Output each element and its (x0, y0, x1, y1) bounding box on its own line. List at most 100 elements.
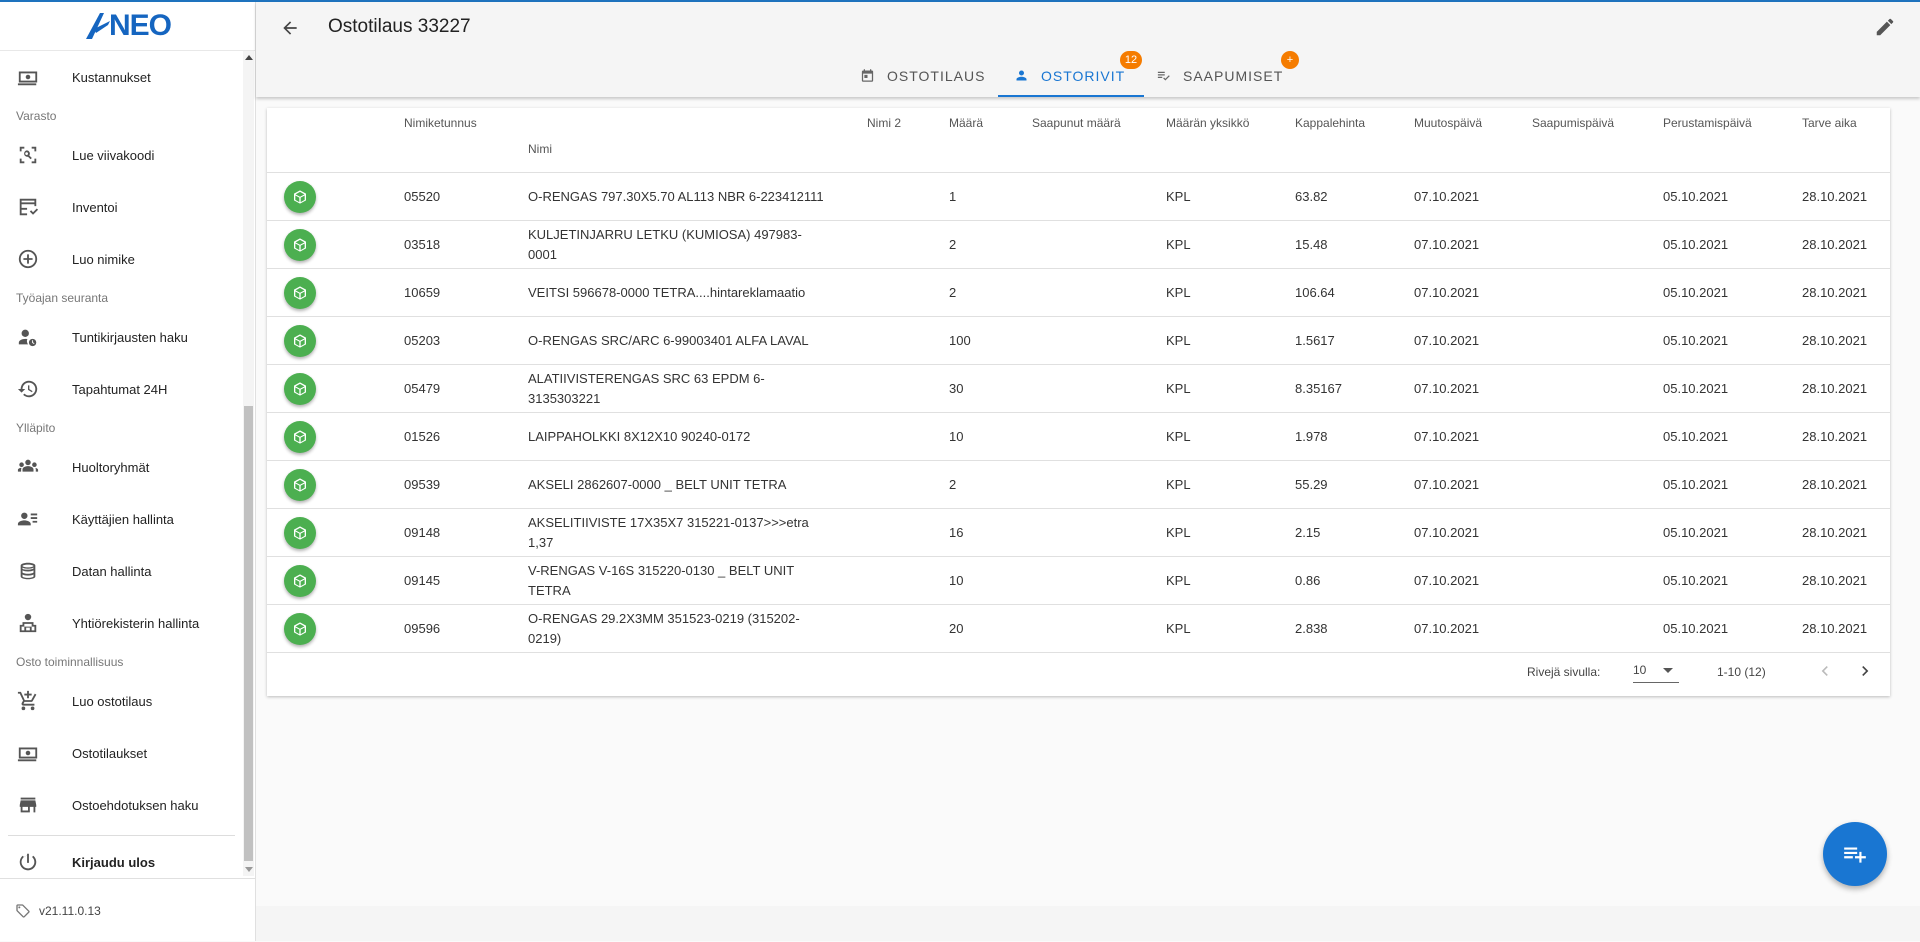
back-button[interactable] (272, 14, 308, 42)
sidebar-item-label: Inventoi (72, 199, 118, 215)
scroll-thumb[interactable] (244, 406, 253, 861)
header-tarve-aika[interactable]: Tarve aika (1802, 108, 1890, 173)
table-row[interactable]: 05203 O-RENGAS SRC/ARC 6-99003401 ALFA LA… (267, 316, 1890, 365)
row-item-button[interactable] (284, 516, 316, 549)
sidebar-item-kirjaudu-ulos[interactable]: Kirjaudu ulos (0, 836, 243, 876)
row-item-button[interactable] (284, 228, 316, 261)
cell-kappalehinta: 8.35167 (1295, 364, 1414, 413)
row-item-button[interactable] (284, 468, 316, 501)
user-clock-icon (18, 329, 37, 347)
table-row[interactable]: 05520 O-RENGAS 797.30X5.70 AL113 NBR 6-22… (267, 172, 1890, 221)
row-item-button[interactable] (284, 612, 316, 645)
header-kappalehinta[interactable]: Kappalehinta (1295, 108, 1414, 173)
table-pagination: Rivejä sivulla: 10 1-10 (12) (267, 649, 1890, 696)
header-maara[interactable]: Määrä (949, 108, 1032, 173)
table-row[interactable]: 09148 AKSELITIIVISTE 17X35X7 315221-0137>… (267, 508, 1890, 557)
header-nimi[interactable]: Nimi (528, 108, 867, 173)
cell-saapunut-maara (1032, 556, 1166, 605)
tab-ostorivit[interactable]: OSTORIVIT (1014, 54, 1125, 97)
app-logo[interactable]: NEO (84, 9, 172, 43)
sidebar-item-label: Käyttäjien hallinta (72, 511, 174, 527)
row-item-button[interactable] (284, 372, 316, 405)
scroll-down-arrow-icon[interactable] (245, 867, 253, 872)
table-row[interactable]: 10659 VEITSI 596678-0000 TETRA....hintare… (267, 268, 1890, 317)
cell-nimiketunnus: 10659 (404, 268, 528, 317)
table-header-row: Nimiketunnus Nimi Nimi 2 Määrä Saapunut … (267, 108, 1890, 173)
header-nimi2[interactable]: Nimi 2 (867, 108, 949, 173)
cell-nimi2 (867, 268, 949, 317)
scroll-up-arrow-icon[interactable] (245, 55, 253, 60)
cell-nimi: AKSELI 2862607-0000 _ BELT UNIT TETRA (528, 460, 867, 509)
table-row[interactable]: 09539 AKSELI 2862607-0000 _ BELT UNIT TET… (267, 460, 1890, 509)
package-icon (294, 525, 306, 540)
sidebar-item-datan-hallinta[interactable]: Datan hallinta (0, 545, 243, 597)
sidebar-item-luo-nimike[interactable]: Luo nimike (0, 233, 243, 285)
table-row[interactable]: 01526 LAIPPAHOLKKI 8X12X10 90240-0172 10 KP… (267, 412, 1890, 461)
previous-page-button[interactable] (1813, 659, 1837, 683)
table-row[interactable]: 05479 ALATIIVISTERENGAS SRC 63 EPDM 6-313… (267, 364, 1890, 413)
page-title: Ostotilaus 33227 (328, 16, 471, 37)
page-header: Ostotilaus 33227 OSTOTILAUS OSTORIVIT 12… (256, 2, 1920, 97)
row-item-button[interactable] (284, 180, 316, 213)
sidebar-item-huoltoryhmat[interactable]: Huoltoryhmät (0, 441, 243, 493)
pencil-icon (1876, 18, 1894, 36)
sidebar-scrollbar[interactable] (243, 51, 254, 876)
sidebar-item-tapahtumat-24h[interactable]: Tapahtumat 24H (0, 363, 243, 415)
sidebar-item-lue-viivakoodi[interactable]: Lue viivakoodi (0, 129, 243, 181)
cell-saapunut-maara (1032, 508, 1166, 557)
cell-muutospaiva: 07.10.2021 (1414, 604, 1532, 653)
sidebar-item-yhtiorekisterin-hallinta[interactable]: Yhtiörekisterin hallinta (0, 597, 243, 649)
edit-button[interactable] (1874, 16, 1898, 40)
cell-nimiketunnus: 03518 (404, 220, 528, 269)
tab-ostotilaus[interactable]: OSTOTILAUS (860, 54, 985, 97)
sidebar-item-tuntikirjausten-haku[interactable]: Tuntikirjausten haku (0, 311, 243, 363)
add-row-fab-button[interactable] (1823, 822, 1887, 886)
cell-yksikko: KPL (1166, 556, 1295, 605)
header-perustamispaiva[interactable]: Perustamispäivä (1663, 108, 1802, 173)
cell-yksikko: KPL (1166, 268, 1295, 317)
rows-per-page-select[interactable]: 10 (1633, 658, 1679, 683)
cell-tarve-aika: 28.10.2021 (1802, 364, 1890, 413)
header-nimiketunnus[interactable]: Nimiketunnus (404, 108, 528, 173)
header-actions (267, 108, 404, 173)
company-icon (19, 613, 37, 633)
sidebar-item-ostotilaukset[interactable]: Ostotilaukset (0, 727, 243, 779)
tab-saapumiset[interactable]: SAAPUMISET (1156, 54, 1283, 97)
tab-label: OSTORIVIT (1041, 67, 1126, 84)
cell-maara: 20 (949, 604, 1032, 653)
next-page-button[interactable] (1853, 659, 1877, 683)
row-item-button[interactable] (284, 564, 316, 597)
cell-nimi2 (867, 172, 949, 221)
cell-muutospaiva: 07.10.2021 (1414, 508, 1532, 557)
barcode-scan-icon (19, 146, 37, 164)
sidebar-item-kayttajien-hallinta[interactable]: Käyttäjien hallinta (0, 493, 243, 545)
sidebar-item-luo-ostotilaus[interactable]: Luo ostotilaus (0, 675, 243, 727)
row-item-button[interactable] (284, 420, 316, 453)
sidebar-item-inventoi[interactable]: Inventoi (0, 181, 243, 233)
table-row[interactable]: 03518 KULJETINJARRU LETKU (KUMIOSA) 49798… (267, 220, 1890, 269)
header-saapunut-maara[interactable]: Saapunut määrä (1032, 108, 1166, 173)
cell-muutospaiva: 07.10.2021 (1414, 268, 1532, 317)
tab-bar: OSTOTILAUS OSTORIVIT 12 SAAPUMISET + (256, 51, 1920, 97)
cell-tarve-aika: 28.10.2021 (1802, 172, 1890, 221)
cell-saapunut-maara (1032, 220, 1166, 269)
sidebar-item-ostoehdotuksen-haku[interactable]: Ostoehdotuksen haku (0, 779, 243, 831)
cell-perustamispaiva: 05.10.2021 (1663, 556, 1802, 605)
table-row[interactable]: 09145 V-RENGAS V-16S 315220-0130 _ BELT U… (267, 556, 1890, 605)
sidebar-item-label: Tapahtumat 24H (72, 381, 168, 397)
header-muutospaiva[interactable]: Muutospäivä (1414, 108, 1532, 173)
sidebar-section-label: Työajan seuranta (16, 291, 109, 305)
sidebar-item-label: Lue viivakoodi (72, 147, 155, 163)
header-saapumispaiva[interactable]: Saapumispäivä (1532, 108, 1663, 173)
sidebar-section-label: Varasto (16, 109, 57, 123)
row-item-button[interactable] (284, 276, 316, 309)
sidebar-item-kustannukset[interactable]: Kustannukset (0, 51, 243, 103)
cell-muutospaiva: 07.10.2021 (1414, 220, 1532, 269)
table-row[interactable]: 09596 O-RENGAS 29.2X3MM 351523-0219 (3152… (267, 604, 1890, 653)
rows-per-page-value: 10 (1633, 663, 1647, 677)
cell-saapumispaiva (1532, 364, 1663, 413)
dropdown-caret-icon (1663, 668, 1673, 673)
cell-tarve-aika: 28.10.2021 (1802, 412, 1890, 461)
row-item-button[interactable] (284, 324, 316, 357)
header-maaran-yksikko[interactable]: Määrän yksikkö (1166, 108, 1295, 173)
